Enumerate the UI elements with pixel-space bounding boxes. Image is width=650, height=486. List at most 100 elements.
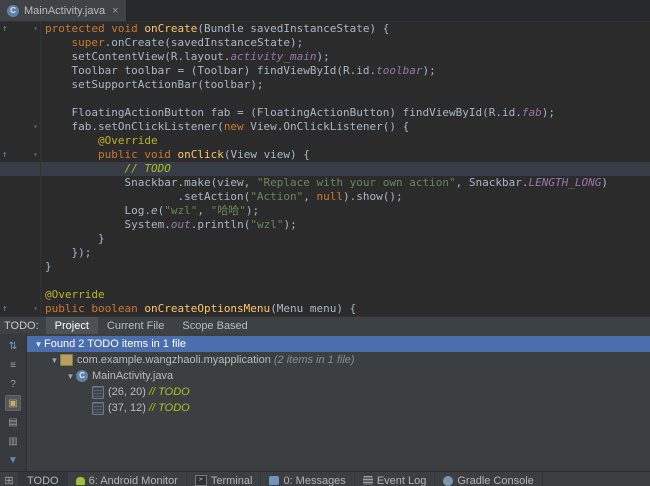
gutter: ↑▾	[0, 22, 41, 36]
todo-tree-row[interactable]: ▼Found 2 TODO items in 1 file	[27, 336, 650, 352]
code-line[interactable]: }	[0, 232, 650, 246]
todo-tree-row[interactable]: (26, 20) // TODO	[27, 384, 650, 400]
todo-tree-row[interactable]: (37, 12) // TODO	[27, 400, 650, 416]
status-item-label: Event Log	[377, 475, 427, 486]
override-marker-icon[interactable]: ↑	[2, 302, 7, 316]
todo-toolbar: ⇅ ≡? ▣ ▤ ▥ ▼	[0, 334, 27, 471]
toolwindow-switcher-icon[interactable]: ⊞	[0, 472, 19, 486]
todo-panel-title: TODO:	[0, 320, 46, 332]
code-text: }	[41, 260, 52, 274]
code-text: Toolbar toolbar = (Toolbar) findViewById…	[41, 64, 436, 78]
editor-lines: ↑▾protected void onCreate(Bundle savedIn…	[0, 22, 650, 316]
sort-icon[interactable]: ≡	[5, 357, 21, 373]
tree-label: com.example.wangzhaoli.myapplication	[77, 354, 271, 366]
todo-tree: ▼Found 2 TODO items in 1 file▼com.exampl…	[27, 334, 650, 471]
todo-tab-current-file[interactable]: Current File	[98, 317, 173, 334]
code-text: Log.e("wzl", "哈哈");	[41, 204, 259, 218]
status-item-todo[interactable]: TODO	[19, 472, 68, 486]
status-item-0-messages[interactable]: 0: Messages	[261, 472, 354, 486]
fold-marker-icon[interactable]: ▾	[33, 120, 38, 134]
gutter	[0, 36, 41, 50]
gutter	[0, 78, 41, 92]
override-marker-icon[interactable]: ↑	[2, 22, 7, 36]
code-line[interactable]: // TODO	[0, 162, 650, 176]
fold-marker-icon[interactable]: ▾	[33, 22, 38, 36]
gutter	[0, 176, 41, 190]
tree-label: (26, 20)	[108, 386, 149, 398]
code-line[interactable]: });	[0, 246, 650, 260]
terminal-icon: >	[195, 475, 207, 486]
code-text: System.out.println("wzl");	[41, 218, 297, 232]
todo-view-tabs: ProjectCurrent FileScope Based	[46, 317, 257, 334]
filter-todo-icon[interactable]: ▼	[5, 452, 21, 468]
package-icon	[60, 354, 73, 366]
code-line[interactable]: ↑▾protected void onCreate(Bundle savedIn…	[0, 22, 650, 36]
todo-tree-row[interactable]: ▼CMainActivity.java	[27, 368, 650, 384]
code-line[interactable]	[0, 92, 650, 106]
code-line[interactable]: .setAction("Action", null).show();	[0, 190, 650, 204]
gutter	[0, 218, 41, 232]
code-text: // TODO	[41, 162, 171, 176]
tree-expand-icon[interactable]: ▼	[33, 340, 44, 349]
class-icon: C	[76, 370, 88, 382]
code-line[interactable]: ↑▾public boolean onCreateOptionsMenu(Men…	[0, 302, 650, 316]
gutter	[0, 288, 41, 302]
code-line[interactable]: @Override	[0, 134, 650, 148]
flatten-view-icon[interactable]: ▤	[5, 414, 21, 430]
status-bar: ⊞ TODO 6: Android Monitor >Terminal0: Mess…	[0, 471, 650, 486]
override-marker-icon[interactable]: ↑	[2, 148, 7, 162]
gutter	[0, 190, 41, 204]
status-item-6-android-monitor[interactable]: 6: Android Monitor	[68, 472, 187, 486]
code-editor[interactable]: ↑▾protected void onCreate(Bundle savedIn…	[0, 22, 650, 316]
tree-expand-icon[interactable]: ▼	[49, 356, 60, 365]
todo-item-icon	[92, 402, 104, 415]
code-line[interactable]	[0, 274, 650, 288]
help-icon[interactable]: ?	[5, 376, 21, 392]
code-line[interactable]: }	[0, 260, 650, 274]
todo-panel-header: TODO: ProjectCurrent FileScope Based	[0, 316, 650, 334]
code-line[interactable]: setSupportActionBar(toolbar);	[0, 78, 650, 92]
eventlog-icon	[363, 476, 373, 485]
status-item-gradle-console[interactable]: Gradle Console	[435, 472, 542, 486]
tree-label: (2 items in 1 file)	[271, 354, 355, 366]
code-text: @Override	[41, 134, 158, 148]
tree-label: (37, 12)	[108, 402, 149, 414]
todo-tab-scope-based[interactable]: Scope Based	[173, 317, 256, 334]
tree-label: // TODO	[149, 386, 190, 398]
code-text: .setAction("Action", null).show();	[41, 190, 403, 204]
recently-viewed-icon[interactable]: ⇅	[5, 338, 21, 354]
code-line[interactable]: FloatingActionButton fab = (FloatingActi…	[0, 106, 650, 120]
code-line[interactable]: @Override	[0, 288, 650, 302]
status-bar-items: TODO 6: Android Monitor >Terminal0: Messag…	[19, 472, 543, 486]
status-item-label: 6: Android Monitor	[89, 475, 178, 486]
preview-icon[interactable]: ▥	[5, 433, 21, 449]
editor-tab-mainactivity[interactable]: C MainActivity.java ×	[0, 0, 127, 21]
code-line[interactable]: ↑▾ public void onClick(View view) {	[0, 148, 650, 162]
code-line[interactable]: Log.e("wzl", "哈哈");	[0, 204, 650, 218]
tree-expand-icon[interactable]: ▼	[65, 372, 76, 381]
gutter: ↑▾	[0, 148, 41, 162]
gutter	[0, 162, 41, 176]
code-line[interactable]: ▾ fab.setOnClickListener(new View.OnClic…	[0, 120, 650, 134]
group-by-modules-icon[interactable]: ▣	[5, 395, 21, 411]
code-line[interactable]: Snackbar.make(view, "Replace with your o…	[0, 176, 650, 190]
code-line[interactable]: Toolbar toolbar = (Toolbar) findViewById…	[0, 64, 650, 78]
todo-tree-row[interactable]: ▼ com.example.wangzhaoli.myapplication (2…	[27, 352, 650, 368]
code-text	[41, 274, 45, 288]
gutter: ↑▾	[0, 302, 41, 316]
code-line[interactable]: super.onCreate(savedInstanceState);	[0, 36, 650, 50]
code-line[interactable]: setContentView(R.layout.activity_main);	[0, 50, 650, 64]
status-item-label: TODO	[27, 475, 59, 486]
status-item-label: Gradle Console	[457, 475, 533, 486]
gradle-icon	[443, 476, 453, 486]
code-line[interactable]: System.out.println("wzl");	[0, 218, 650, 232]
fold-marker-icon[interactable]: ▾	[33, 302, 38, 316]
todo-tab-project[interactable]: Project	[46, 317, 98, 334]
gutter	[0, 246, 41, 260]
close-tab-icon[interactable]: ×	[112, 5, 118, 17]
status-item-terminal[interactable]: >Terminal	[187, 472, 262, 486]
tree-label: // TODO	[149, 402, 190, 414]
gutter	[0, 232, 41, 246]
status-item-event-log[interactable]: Event Log	[355, 472, 436, 486]
fold-marker-icon[interactable]: ▾	[33, 148, 38, 162]
